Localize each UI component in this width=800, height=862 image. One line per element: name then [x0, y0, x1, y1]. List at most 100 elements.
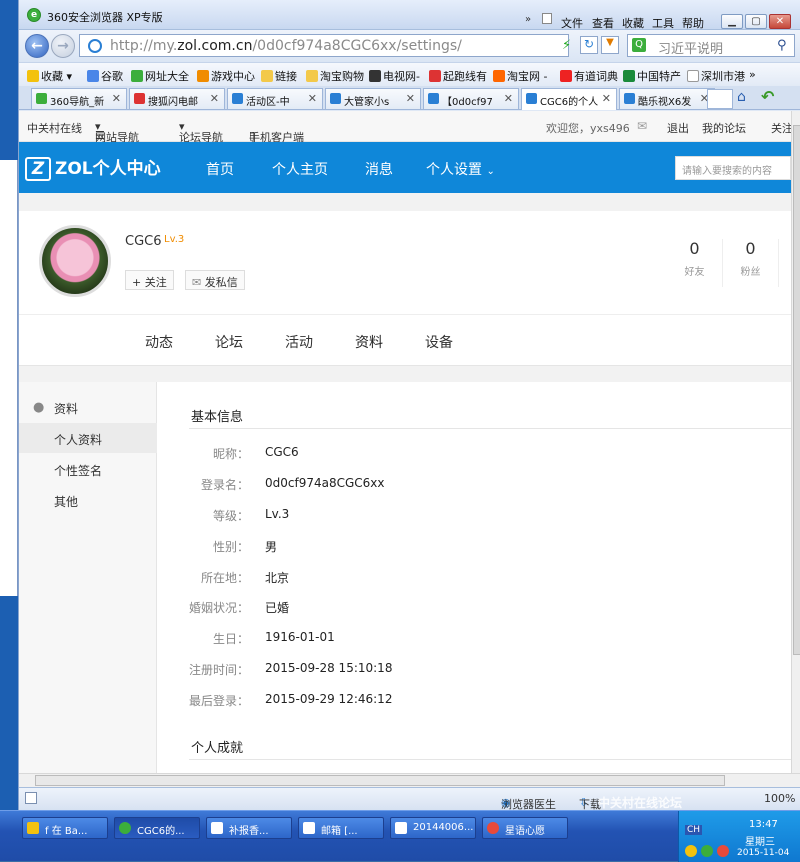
my-forum-link[interactable]: 我的论坛	[702, 120, 746, 136]
value-last-login: 2015-09-29 12:46:12	[265, 692, 393, 706]
topnav-home-link[interactable]: 中关村在线	[27, 120, 82, 136]
fav-label: 网址大全	[145, 70, 189, 83]
send-message-button[interactable]: ✉ 发私信	[185, 270, 245, 290]
tray-icon[interactable]	[685, 845, 697, 857]
fav-label: 谷歌	[101, 70, 123, 83]
nav-settings[interactable]: 个人设置 ⌄	[426, 159, 495, 179]
sidebar-item-signature[interactable]: 个性签名	[19, 454, 157, 484]
nav-messages[interactable]: 消息	[365, 159, 393, 179]
minimize-button[interactable]: ▁	[721, 14, 743, 29]
scroll-thumb[interactable]	[793, 125, 800, 655]
follow-button[interactable]: + 关注	[125, 270, 174, 290]
fav-qipao[interactable]: 起跑线有	[429, 68, 487, 84]
nav-home[interactable]: 首页	[206, 159, 234, 179]
nav-personal-page[interactable]: 个人主页	[272, 159, 328, 179]
tab-4[interactable]: 大管家小s ✕	[325, 88, 421, 109]
tab-close-icon[interactable]: ✕	[406, 92, 415, 105]
fav-specialty[interactable]: 中国特产	[623, 68, 681, 84]
fans-stat[interactable]: 0 粉丝	[723, 239, 779, 287]
fav-tv[interactable]: 电视网-	[369, 68, 420, 84]
status-page-icon[interactable]	[25, 792, 37, 804]
tab-events[interactable]: 活动	[285, 332, 313, 352]
menu-view[interactable]: 查看	[592, 15, 614, 31]
fav-taobao[interactable]: 淘宝购物	[306, 68, 364, 84]
fav-taobaonet[interactable]: 淘宝网 -	[493, 68, 547, 84]
tab-3[interactable]: 活动区-中 ✕	[227, 88, 323, 109]
fav-shenzhen[interactable]: 深圳市港	[687, 68, 745, 84]
ime-indicator[interactable]: CH	[685, 825, 703, 835]
tab-close-icon[interactable]: ✕	[210, 92, 219, 105]
new-tab-button[interactable]	[707, 89, 733, 109]
zol-logo[interactable]: Z ZOL个人中心	[25, 154, 161, 181]
avatar[interactable]	[39, 225, 111, 297]
scroll-thumb[interactable]	[35, 775, 725, 786]
mail-icon[interactable]: ✉	[637, 119, 647, 133]
tab-1[interactable]: 360导航_新 ✕	[31, 88, 127, 109]
logout-link[interactable]: 退出	[667, 120, 689, 136]
fav-games[interactable]: 游戏中心	[197, 68, 255, 84]
tab-close-icon[interactable]: ✕	[308, 92, 317, 105]
taskbar-item-5[interactable]: 20144006...	[390, 817, 476, 839]
fav-urls[interactable]: 网址大全	[131, 68, 189, 84]
tab-devices[interactable]: 设备	[425, 332, 453, 352]
home-icon[interactable]: ⌂	[737, 89, 746, 105]
fav-links[interactable]: 链接	[261, 68, 297, 84]
menu-tools[interactable]: 工具	[652, 15, 674, 31]
tab-profile-info[interactable]: 资料	[338, 332, 400, 368]
taskbar-item-6[interactable]: 星语心愿	[482, 817, 568, 839]
menu-help[interactable]: 帮助	[682, 15, 704, 31]
search-box[interactable]: Q 习近平说明	[627, 34, 795, 57]
menu-favorites[interactable]: 收藏	[622, 15, 644, 31]
chevron-down-icon: ⌄	[486, 166, 495, 177]
sidebar-item-personal-info[interactable]: 个人资料	[19, 423, 157, 453]
horizontal-scrollbar[interactable]	[19, 773, 800, 787]
page-icon[interactable]	[542, 13, 552, 24]
forward-button[interactable]: →	[51, 34, 75, 58]
taskbar-item-3[interactable]: 补报香...	[206, 817, 292, 839]
address-bar[interactable]: http://my.zol.com.cn/0d0cf974a8CGC6xx/se…	[79, 34, 569, 57]
friends-stat[interactable]: 0 好友	[667, 239, 723, 287]
tab-close-icon[interactable]: ✕	[112, 92, 121, 105]
topnav-site-nav[interactable]: ☰ 网站导航 ▾	[95, 120, 139, 144]
sidebar-item-other[interactable]: 其他	[19, 485, 157, 515]
tab-close-icon[interactable]: ✕	[504, 92, 513, 105]
tray-icon[interactable]	[717, 845, 729, 857]
tab-close-icon[interactable]: ✕	[602, 92, 611, 105]
menu-file[interactable]: 文件	[561, 15, 583, 31]
taskbar-item-2-active[interactable]: CGC6的...	[114, 817, 200, 839]
clock-time[interactable]: 13:47	[749, 819, 778, 830]
taskbar-item-1[interactable]: f 在 Ba...	[22, 817, 108, 839]
topnav-forum-nav[interactable]: 论坛导航 ▾	[179, 120, 223, 144]
undo-close-icon[interactable]: ↶	[761, 87, 774, 106]
fav-google[interactable]: 谷歌	[87, 68, 123, 84]
favorites-more-icon[interactable]: »	[749, 68, 756, 81]
tab-5[interactable]: 【0d0cf97 ✕	[423, 88, 519, 109]
site-search-input[interactable]: 请输入要搜索的内容	[675, 156, 791, 180]
search-icon[interactable]: ⚲	[777, 38, 787, 53]
search-engine-icon[interactable]: Q	[632, 38, 646, 52]
tab-6-active[interactable]: CGC6的个人 ✕	[521, 88, 617, 110]
tab-activity[interactable]: 动态	[145, 332, 173, 352]
zoom-level[interactable]: 100%	[764, 792, 795, 805]
back-button[interactable]: ←	[25, 34, 49, 58]
fav-youdao[interactable]: 有道词典	[560, 68, 618, 84]
vertical-scrollbar[interactable]	[791, 111, 800, 773]
tab-2[interactable]: 搜狐闪电邮 ✕	[129, 88, 225, 109]
tab-7[interactable]: 酷乐视X6发 ✕	[619, 88, 715, 109]
fav-collect[interactable]: 收藏 ▾	[27, 68, 72, 84]
fav-label: 有道词典	[574, 70, 618, 83]
maximize-button[interactable]: ▢	[745, 14, 767, 29]
url-prefix: http://my.	[110, 38, 178, 54]
speed-icon[interactable]: ⚡	[562, 38, 571, 53]
refresh-icon[interactable]: ↻	[580, 36, 598, 54]
basic-info-panel: 基本信息 昵称： CGC6 登录名： 0d0cf974a8CGC6xx 等级： Lv.…	[157, 382, 791, 773]
taskbar-item-4[interactable]: 邮箱 [...	[298, 817, 384, 839]
menu-chevron-icon[interactable]: »	[525, 14, 531, 25]
fav-label: 游戏中心	[211, 70, 255, 83]
tab-label: 大管家小s	[344, 97, 390, 108]
close-button[interactable]: ✕	[769, 14, 791, 29]
tab-forum[interactable]: 论坛	[215, 332, 243, 352]
follow-link[interactable]: 关注	[771, 120, 791, 136]
dropdown-icon[interactable]: ▼	[601, 36, 619, 54]
tray-icon[interactable]	[701, 845, 713, 857]
